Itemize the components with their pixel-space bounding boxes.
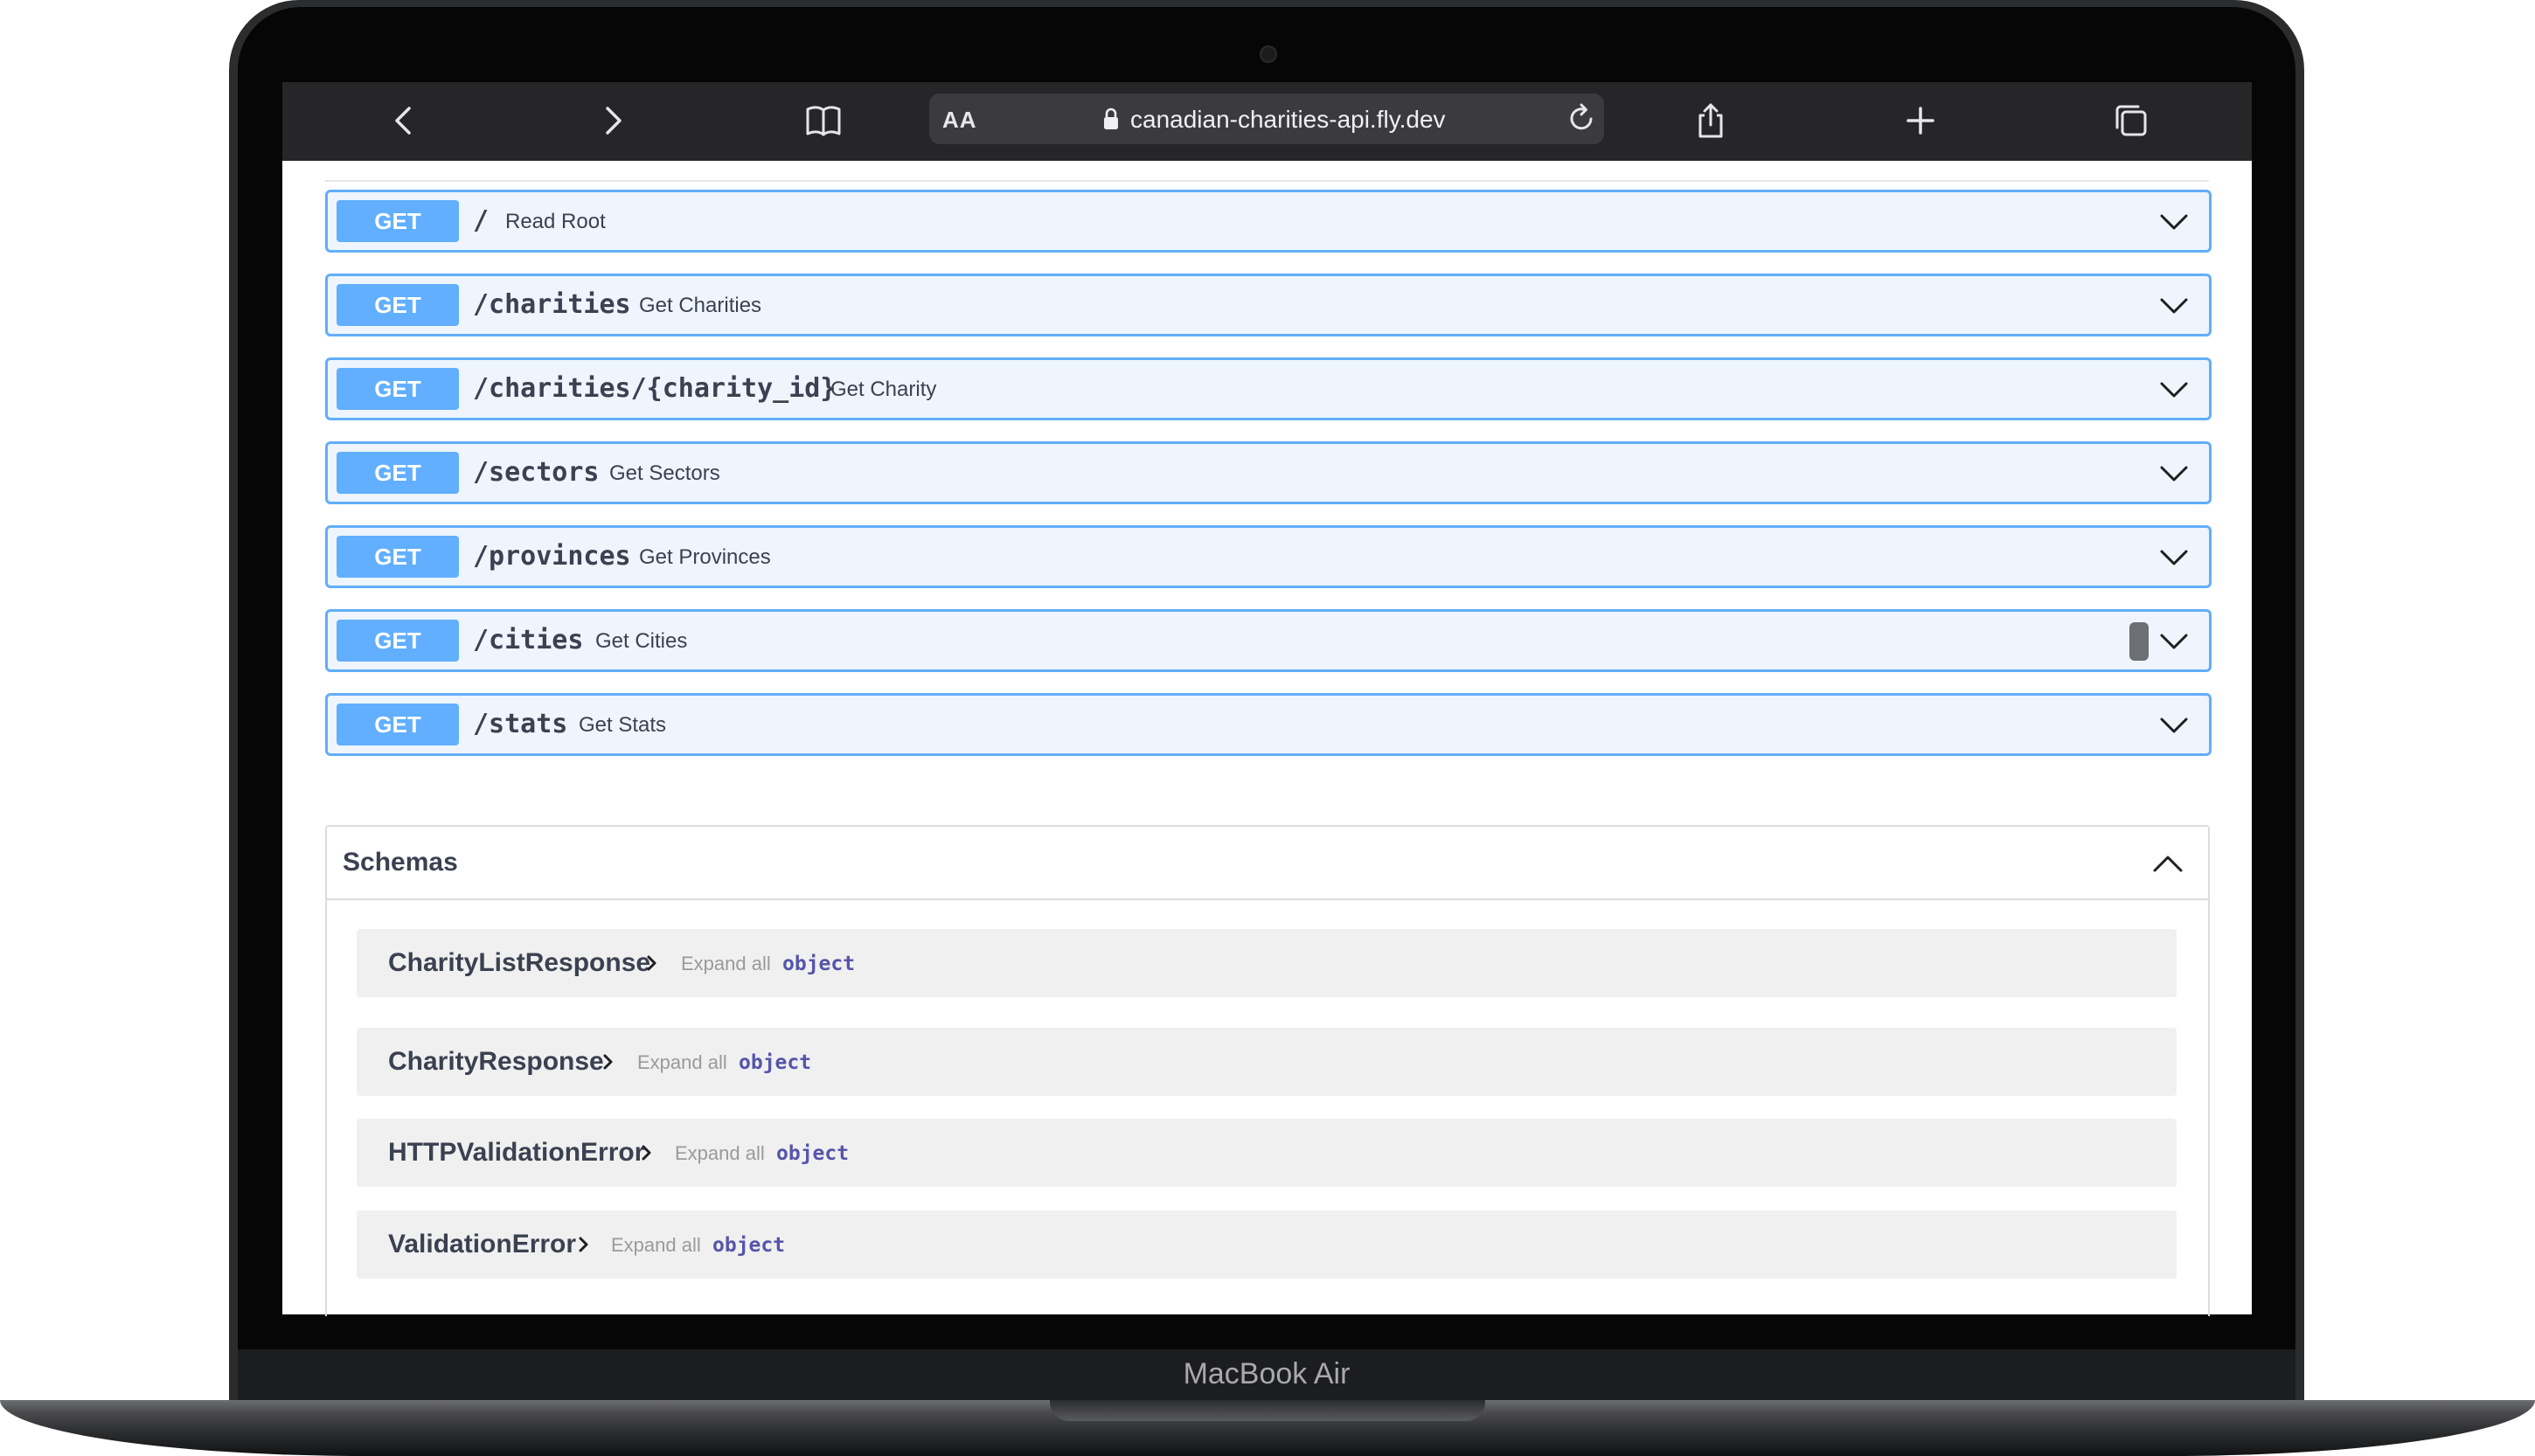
method-badge: GET bbox=[337, 284, 459, 326]
expand-all-link[interactable]: Expand all bbox=[681, 929, 771, 999]
content-divider bbox=[325, 180, 2209, 182]
schema-row[interactable]: CharityResponse Expand all object bbox=[357, 1028, 2177, 1096]
operation-row[interactable]: GET / Read Root bbox=[325, 190, 2212, 253]
schema-type: object bbox=[739, 1051, 812, 1074]
expand-all-link[interactable]: Expand all bbox=[611, 1210, 701, 1280]
schema-name[interactable]: HTTPValidationError bbox=[388, 1119, 644, 1187]
reload-icon[interactable] bbox=[1564, 101, 1599, 135]
chevron-down-icon[interactable] bbox=[2158, 374, 2190, 406]
operation-path: /cities bbox=[473, 625, 584, 655]
schema-row[interactable]: ValidationError Expand all object bbox=[357, 1210, 2177, 1279]
chevron-left-icon[interactable] bbox=[381, 98, 427, 143]
schema-type: object bbox=[782, 953, 856, 975]
operation-summary: Get Charity bbox=[830, 378, 937, 401]
schema-row[interactable]: HTTPValidationError Expand all object bbox=[357, 1119, 2177, 1187]
operation-summary: Get Cities bbox=[595, 629, 688, 653]
chevron-down-icon[interactable] bbox=[2158, 542, 2190, 573]
operation-summary: Get Charities bbox=[639, 294, 762, 317]
chevron-right-icon[interactable] bbox=[643, 953, 661, 973]
operation-row[interactable]: GET /provinces Get Provinces bbox=[325, 525, 2212, 588]
operation-path: / bbox=[473, 205, 490, 236]
method-badge: GET bbox=[337, 452, 459, 494]
operation-summary: Get Stats bbox=[579, 713, 667, 737]
schema-type: object bbox=[712, 1234, 786, 1257]
chevron-right-icon[interactable] bbox=[638, 1143, 656, 1162]
lock-icon bbox=[1104, 107, 1118, 129]
schemas-header[interactable]: Schemas bbox=[327, 827, 2208, 900]
chevron-down-icon[interactable] bbox=[2158, 290, 2190, 322]
operation-path: /stats bbox=[473, 709, 568, 739]
tabs-overview-icon[interactable] bbox=[2108, 98, 2154, 143]
operation-summary: Get Sectors bbox=[609, 461, 720, 485]
method-badge: GET bbox=[337, 200, 459, 242]
chevron-down-icon[interactable] bbox=[2158, 626, 2190, 657]
operation-path: /sectors bbox=[473, 457, 600, 488]
plus-icon[interactable] bbox=[1898, 98, 1943, 143]
schema-type: object bbox=[776, 1142, 850, 1165]
operation-row[interactable]: GET /charities/{charity_id} Get Charity bbox=[325, 357, 2212, 420]
authorization-lock-icon[interactable] bbox=[2129, 622, 2149, 661]
operation-path: /charities bbox=[473, 289, 631, 320]
book-icon[interactable] bbox=[801, 98, 846, 143]
share-icon[interactable] bbox=[1688, 98, 1733, 143]
method-badge: GET bbox=[337, 620, 459, 662]
schema-name[interactable]: ValidationError bbox=[388, 1210, 576, 1279]
reader-options-button[interactable]: AA bbox=[942, 106, 977, 134]
operation-path: /provinces bbox=[473, 541, 631, 572]
chevron-up-icon[interactable] bbox=[2150, 846, 2185, 881]
chevron-right-icon[interactable] bbox=[575, 1235, 593, 1254]
chevron-down-icon[interactable] bbox=[2158, 458, 2190, 489]
chevron-right-icon[interactable] bbox=[600, 1052, 617, 1071]
schema-name[interactable]: CharityResponse bbox=[388, 1028, 604, 1096]
method-badge: GET bbox=[337, 704, 459, 745]
operation-summary: Read Root bbox=[505, 210, 606, 233]
method-badge: GET bbox=[337, 536, 459, 578]
schemas-title: Schemas bbox=[343, 848, 458, 877]
method-badge: GET bbox=[337, 368, 459, 410]
operation-summary: Get Provinces bbox=[639, 545, 771, 569]
chevron-down-icon[interactable] bbox=[2158, 710, 2190, 741]
expand-all-link[interactable]: Expand all bbox=[637, 1028, 727, 1098]
chevron-right-icon[interactable] bbox=[590, 98, 635, 143]
expand-all-link[interactable]: Expand all bbox=[675, 1119, 765, 1189]
schema-row[interactable]: CharityListResponse Expand all object bbox=[357, 929, 2177, 997]
operation-row[interactable]: GET /stats Get Stats bbox=[325, 693, 2212, 756]
camera-icon bbox=[1260, 45, 1277, 63]
url-text[interactable]: canadian-charities-api.fly.dev bbox=[1130, 102, 1446, 137]
model-label: MacBook Air bbox=[1183, 1357, 1351, 1390]
operation-row[interactable]: GET /cities Get Cities bbox=[325, 609, 2212, 672]
operation-path: /charities/{charity_id} bbox=[473, 373, 837, 404]
laptop-hinge-notch bbox=[1050, 1400, 1485, 1421]
chevron-down-icon[interactable] bbox=[2158, 206, 2190, 238]
operation-row[interactable]: GET /charities Get Charities bbox=[325, 274, 2212, 336]
schema-name[interactable]: CharityListResponse bbox=[388, 929, 650, 997]
operation-row[interactable]: GET /sectors Get Sectors bbox=[325, 441, 2212, 504]
